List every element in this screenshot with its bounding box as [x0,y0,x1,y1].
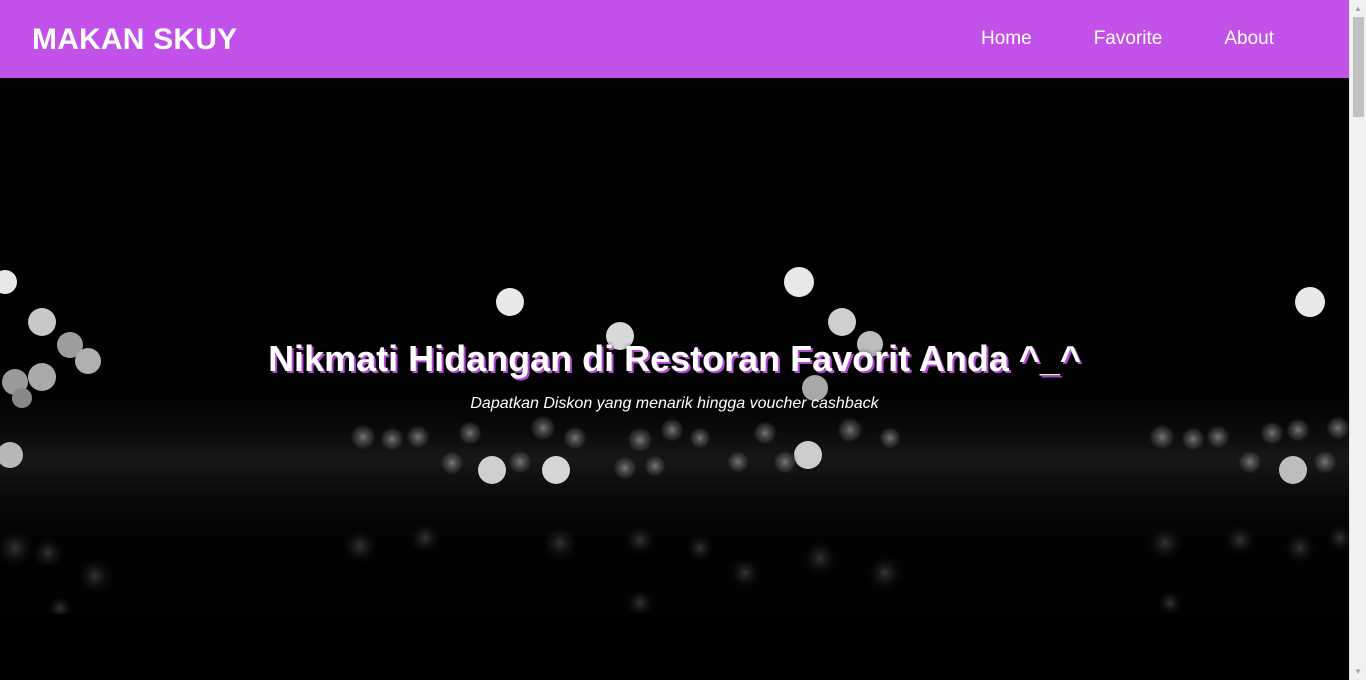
nav-favorite[interactable]: Favorite [1063,27,1194,51]
hero-subtitle: Dapatkan Diskon yang menarik hingga vouc… [470,395,879,412]
hero-title: Nikmati Hidangan di Restoran Favorit And… [268,338,1081,379]
content-area [0,614,1349,680]
brand-logo[interactable]: MAKAN SKUY [32,22,237,58]
scroll-thumb[interactable] [1353,17,1364,117]
app-bar: MAKAN SKUY Home Favorite About [0,0,1349,78]
nav-home[interactable]: Home [950,27,1063,51]
nav-about[interactable]: About [1193,27,1305,51]
main-nav: Home Favorite About [950,0,1349,78]
hero: Nikmati Hidangan di Restoran Favorit And… [0,78,1349,614]
hero-text-block: Nikmati Hidangan di Restoran Favorit And… [0,336,1349,414]
page: MAKAN SKUY Home Favorite About Nikmati H… [0,0,1349,680]
vertical-scrollbar[interactable]: ▲ ▼ [1349,0,1366,680]
scroll-down-arrow-icon[interactable]: ▼ [1350,663,1366,680]
scroll-up-arrow-icon[interactable]: ▲ [1350,0,1366,17]
